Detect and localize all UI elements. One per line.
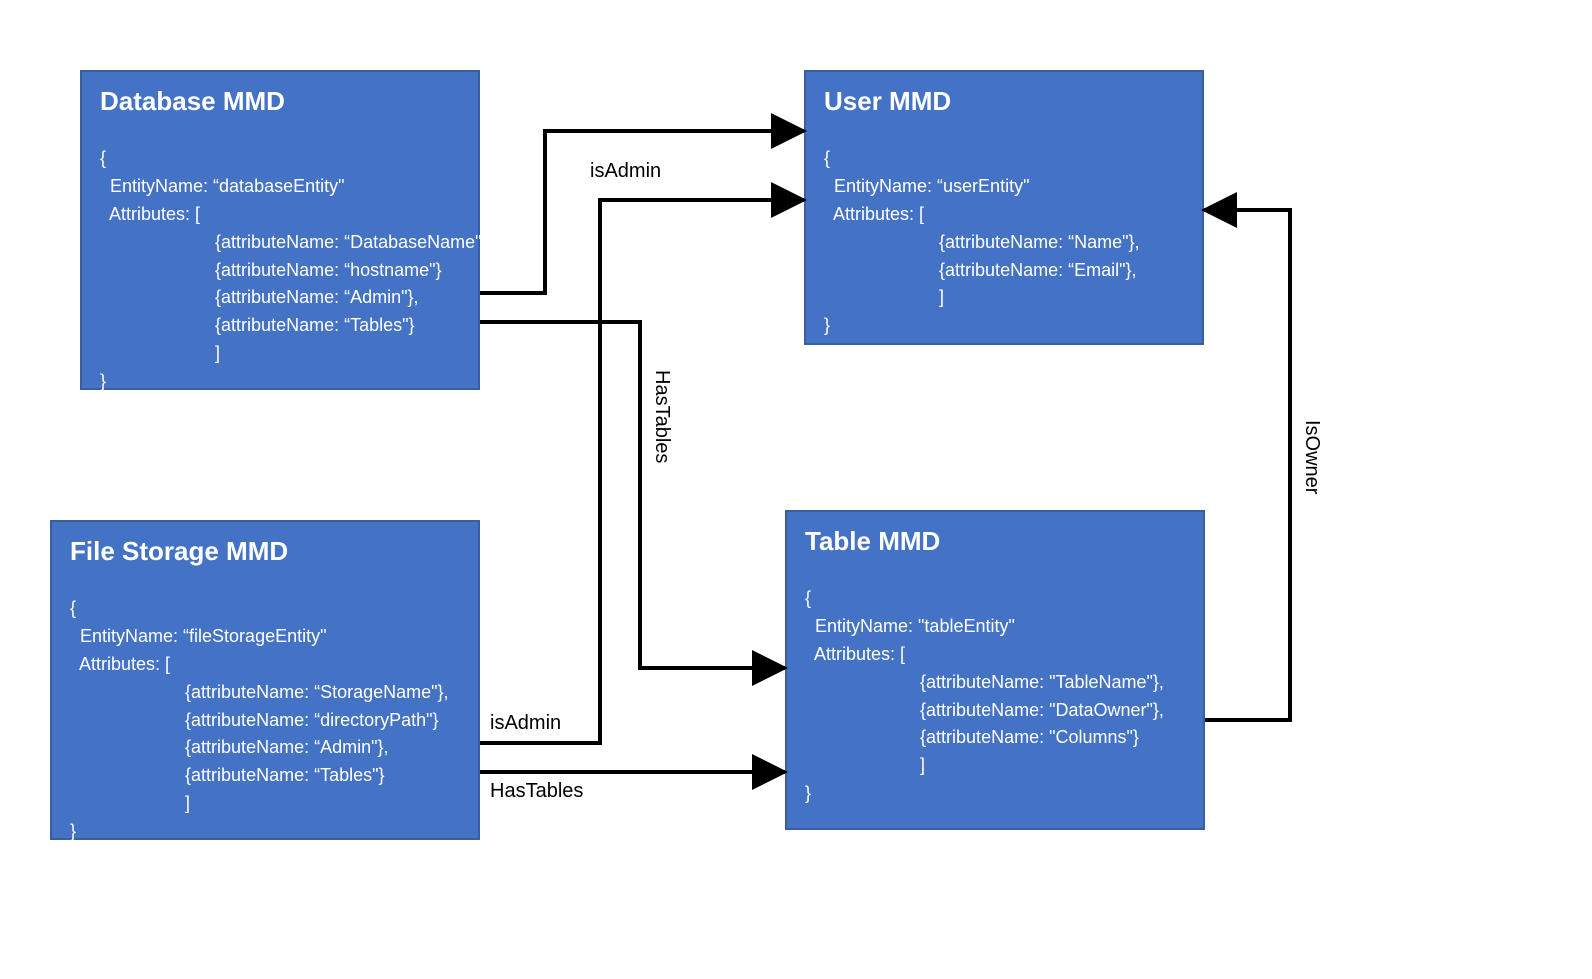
edge-table-owner-to-user bbox=[1204, 210, 1290, 720]
box-filestorage-body: { EntityName: “fileStorageEntity" Attrib… bbox=[70, 595, 460, 846]
label-table-isowner: IsOwner bbox=[1300, 420, 1323, 494]
label-db-hastables: HasTables bbox=[650, 370, 673, 463]
edge-db-admin-to-user bbox=[480, 131, 804, 293]
label-fs-hastables: HasTables bbox=[490, 780, 583, 803]
box-user-mmd: User MMD { EntityName: “userEntity" Attr… bbox=[804, 70, 1204, 345]
edge-db-tables-to-table bbox=[480, 322, 785, 668]
box-database-title: Database MMD bbox=[100, 86, 460, 117]
box-table-mmd: Table MMD { EntityName: "tableEntity" At… bbox=[785, 510, 1205, 830]
box-filestorage-title: File Storage MMD bbox=[70, 536, 460, 567]
box-table-body: { EntityName: "tableEntity" Attributes: … bbox=[805, 585, 1185, 808]
box-database-mmd: Database MMD { EntityName: “databaseEnti… bbox=[80, 70, 480, 390]
box-user-title: User MMD bbox=[824, 86, 1184, 117]
box-user-body: { EntityName: “userEntity" Attributes: [… bbox=[824, 145, 1184, 340]
edge-fs-admin-to-user bbox=[480, 200, 804, 743]
box-table-title: Table MMD bbox=[805, 526, 1185, 557]
label-fs-isadmin: isAdmin bbox=[490, 712, 561, 735]
label-db-isadmin: isAdmin bbox=[590, 160, 661, 183]
box-filestorage-mmd: File Storage MMD { EntityName: “fileStor… bbox=[50, 520, 480, 840]
diagram-canvas: Database MMD { EntityName: “databaseEnti… bbox=[0, 0, 1592, 979]
box-database-body: { EntityName: “databaseEntity" Attribute… bbox=[100, 145, 460, 396]
